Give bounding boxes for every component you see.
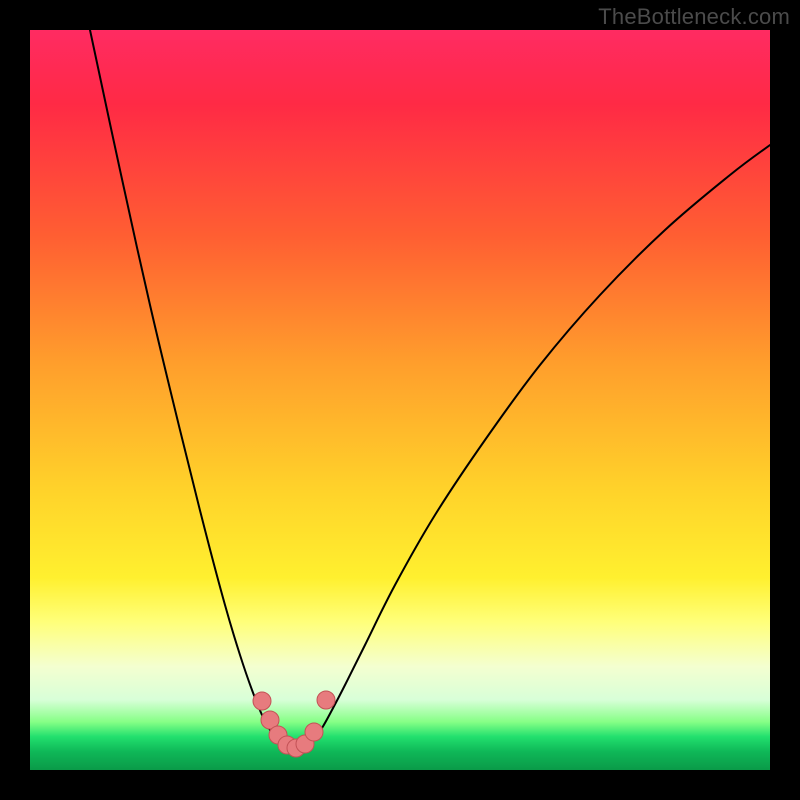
valley-marker [305,723,323,741]
valley-marker [253,692,271,710]
credit-label: TheBottleneck.com [598,4,790,30]
chart-svg [30,30,770,770]
curve-group [90,30,770,749]
series-left-branch [90,30,285,746]
outer-frame: TheBottleneck.com [0,0,800,800]
plot-area [30,30,770,770]
series-right-branch [305,145,770,746]
marker-group [253,691,335,757]
valley-marker [317,691,335,709]
